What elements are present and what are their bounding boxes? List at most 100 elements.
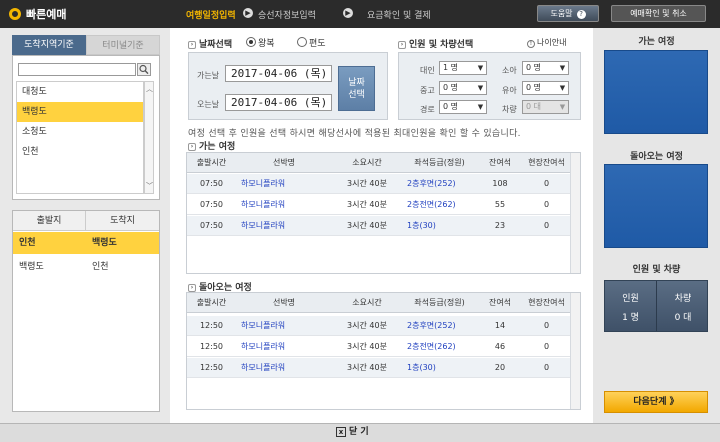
senior-label: 경로 <box>420 105 435 114</box>
infant-select[interactable]: 0 명 ▼ <box>522 81 569 95</box>
summary-vehicle-label: 차량 <box>674 294 692 304</box>
outbound-scrollbar[interactable] <box>570 153 580 273</box>
close-icon: x <box>336 426 346 437</box>
cell-remain: 46 <box>494 342 506 351</box>
chevron-down-icon: ▼ <box>559 84 566 92</box>
adult-select[interactable]: 1 명 ▼ <box>439 61 487 75</box>
age-guide-link[interactable]: ! 나이안내 <box>527 37 566 48</box>
cell-grade[interactable]: 1층(30) <box>402 216 477 236</box>
table-row[interactable]: 12:50 하모니플라워 3시간 40분 1층(30) 20 0 <box>187 358 580 378</box>
help-label: 도움말 <box>550 9 573 18</box>
tab-terminal[interactable]: 터미널기준 <box>86 35 160 55</box>
child-label: 소아 <box>502 66 517 75</box>
region-item[interactable]: 소청도 <box>17 122 143 142</box>
pax-section-title: › 인원 및 차량선택 <box>398 37 473 50</box>
table-row[interactable]: 07:50 하모니플라워 3시간 40분 2층후면(252) 108 0 <box>187 174 580 194</box>
col-header: 선박명 <box>272 298 296 307</box>
date-select-button[interactable]: 날짜 선택 <box>338 66 375 111</box>
region-scrollbar[interactable]: ︿ ﹀ <box>144 81 154 194</box>
student-select[interactable]: 0 명 ▼ <box>439 81 487 95</box>
help-button[interactable]: 도움말? <box>537 5 599 22</box>
cell-ship[interactable]: 하모니플라워 <box>236 216 332 236</box>
student-label: 중고 <box>420 86 435 95</box>
summary-vehicle-col: 차량 0 대 <box>657 281 709 331</box>
cell-ship[interactable]: 하모니플라워 <box>236 358 332 378</box>
question-icon: ? <box>576 10 586 19</box>
roundtrip-radio[interactable] <box>246 37 256 47</box>
chevron-right-icon: › <box>188 283 196 292</box>
summary-inbound-title: 돌아오는 여정 <box>630 152 683 162</box>
table-row[interactable]: 12:50 하모니플라워 3시간 40분 2층전면(262) 46 0 <box>187 337 580 357</box>
inbound-table: 출발시간 선박명 소요시간 좌석등급(정원) 잔여석 현장잔여석 12:50 하… <box>186 292 581 410</box>
scroll-up-icon[interactable]: ︿ <box>146 84 153 94</box>
date-section-title: › 날짜선택 <box>188 37 232 50</box>
scroll-down-icon[interactable]: ﹀ <box>146 181 153 191</box>
tab-arrival-region[interactable]: 도착지역기준 <box>12 35 86 55</box>
next-step-button[interactable]: 다음단계 》 <box>604 391 708 413</box>
summary-pax-col: 인원 1 명 <box>605 281 657 331</box>
cell-grade[interactable]: 1층(30) <box>402 358 477 378</box>
table-header: 출발시간 선박명 소요시간 좌석등급(정원) 잔여석 현장잔여석 <box>187 153 580 173</box>
cell-ship[interactable]: 하모니플라워 <box>236 174 332 194</box>
senior-select[interactable]: 0 명 ▼ <box>439 100 487 114</box>
summary-vehicle-value: 0 대 <box>674 313 692 323</box>
outbound-table: 출발시간 선박명 소요시간 좌석등급(정원) 잔여석 현장잔여석 07:50 하… <box>186 152 581 274</box>
return-date-input[interactable]: 2017-04-06 (목) <box>225 94 332 111</box>
cell-duration: 3시간 40분 <box>347 342 387 351</box>
close-label: 닫 기 <box>349 427 369 437</box>
summary-pax-card: 인원 1 명 차량 0 대 <box>604 280 708 332</box>
chevron-down-icon: ▼ <box>559 103 566 111</box>
region-item-selected[interactable]: 백령도 <box>17 102 143 122</box>
col-header: 출발시간 <box>196 298 227 307</box>
cell-grade[interactable]: 2층후면(252) <box>402 316 477 336</box>
cell-remain: 20 <box>494 363 506 372</box>
chevron-right-icon: › <box>188 40 196 49</box>
region-item[interactable]: 인천 <box>17 142 143 162</box>
cell-ship[interactable]: 하모니플라워 <box>236 337 332 357</box>
roundtrip-label: 왕복 <box>258 39 275 49</box>
table-row[interactable]: 07:50 하모니플라워 3시간 40분 2층전면(262) 55 0 <box>187 195 580 215</box>
date-select-line2: 선택 <box>348 90 365 100</box>
step-passenger-info: 승선자정보입력 <box>258 11 316 21</box>
route-from: 인천 <box>19 238 36 248</box>
table-row[interactable]: 07:50 하모니플라워 3시간 40분 1층(30) 23 0 <box>187 216 580 236</box>
cell-remain: 14 <box>494 321 506 330</box>
route-from: 백령도 <box>19 262 44 272</box>
oneway-radio[interactable] <box>297 37 307 47</box>
cell-grade[interactable]: 2층전면(262) <box>402 337 477 357</box>
col-header: 현장잔여석 <box>528 158 565 167</box>
cell-time: 12:50 <box>199 342 224 351</box>
cell-ship[interactable]: 하모니플라워 <box>236 316 332 336</box>
cell-ship[interactable]: 하모니플라워 <box>236 195 332 215</box>
route-row-selected[interactable]: 인천 백령도 <box>13 232 159 254</box>
vehicle-label: 차량 <box>502 105 517 114</box>
depart-date-input[interactable]: 2017-04-06 (목) <box>225 65 332 82</box>
cell-onsite: 0 <box>543 200 550 209</box>
cell-grade[interactable]: 2층전면(262) <box>402 195 477 215</box>
col-header: 좌석등급(정원) <box>414 158 465 167</box>
vehicle-select[interactable]: 0 대 ▼ <box>522 100 569 114</box>
region-item[interactable]: 대청도 <box>17 82 143 102</box>
cell-time: 07:50 <box>199 179 224 188</box>
cell-onsite: 0 <box>543 179 550 188</box>
chevron-down-icon: ▼ <box>559 64 566 72</box>
logo-icon <box>9 8 21 20</box>
summary-pax-value: 1 명 <box>622 313 639 323</box>
col-header: 잔여석 <box>488 158 512 167</box>
table-row[interactable]: 12:50 하모니플라워 3시간 40분 2층후면(252) 14 0 <box>187 316 580 336</box>
step-arrow-icon: ▶ <box>243 8 253 18</box>
reservation-check-button[interactable]: 예매확인 및 취소 <box>611 5 706 22</box>
region-search-input[interactable] <box>18 63 136 76</box>
route-to: 인천 <box>92 262 109 272</box>
cell-time: 07:50 <box>199 200 224 209</box>
oneway-label: 편도 <box>309 39 326 49</box>
child-select[interactable]: 0 명 ▼ <box>522 61 569 75</box>
search-icon <box>139 64 149 75</box>
close-button[interactable]: x닫 기 <box>336 426 384 439</box>
route-row[interactable]: 백령도 인천 <box>13 256 159 278</box>
cell-onsite: 0 <box>543 321 550 330</box>
col-header: 잔여석 <box>488 298 512 307</box>
search-button[interactable] <box>137 63 151 76</box>
inbound-scrollbar[interactable] <box>570 293 580 409</box>
cell-grade[interactable]: 2층후면(252) <box>402 174 477 194</box>
